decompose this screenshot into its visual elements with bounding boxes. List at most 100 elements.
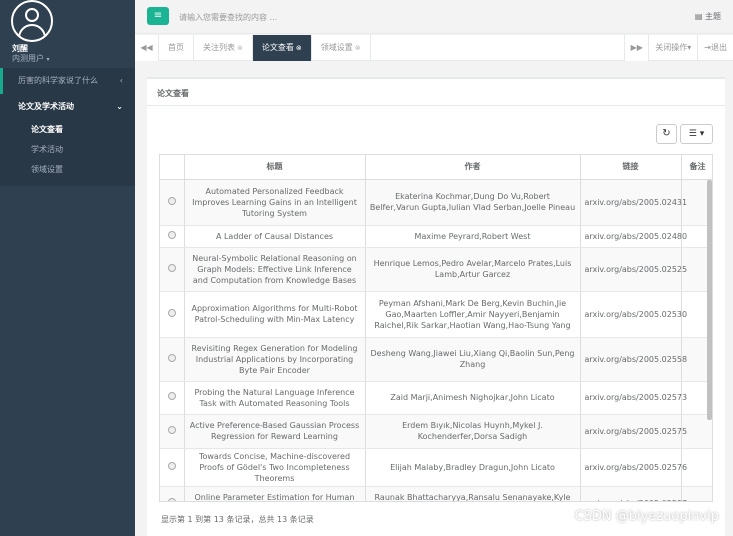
- chevron-left-icon: ‹: [119, 76, 123, 85]
- hamburger-icon: ≡: [153, 10, 163, 21]
- tab-view-papers[interactable]: 论文查看 ⊗: [252, 35, 312, 61]
- tab-domain-settings[interactable]: 领域设置 ⊗: [312, 35, 371, 61]
- table-header-title[interactable]: 标题: [184, 155, 366, 180]
- avatar[interactable]: [11, 0, 53, 42]
- theme-icon: ▤: [694, 12, 703, 21]
- sidebar-subitem-activities[interactable]: 学术活动: [0, 140, 135, 160]
- row-select-cell: [160, 291, 185, 338]
- user-role-dropdown[interactable]: 内测用户 ▾: [12, 53, 50, 64]
- caret-down-icon: ▾: [687, 43, 692, 52]
- papers-table-container[interactable]: 标题 作者 链接 备注 Automated Personalized Feedb…: [159, 154, 713, 502]
- table-header-row: 标题 作者 链接 备注: [160, 155, 712, 180]
- exit-label: 退出: [711, 43, 727, 52]
- table-row[interactable]: Revisiting Regex Generation for Modeling…: [160, 337, 712, 382]
- link-cell: arxiv.org/abs/2005.02525: [580, 247, 687, 292]
- link-cell: arxiv.org/abs/2005.02576: [580, 448, 687, 487]
- table-row[interactable]: Active Preference-Based Gaussian Process…: [160, 414, 712, 449]
- watermark: CSDN @biyezuopinvip: [574, 509, 719, 524]
- table-row[interactable]: Neural-Symbolic Relational Reasoning on …: [160, 247, 712, 292]
- close-operations-dropdown[interactable]: 关闭操作▾: [648, 35, 697, 61]
- search-input[interactable]: [179, 8, 479, 26]
- table-row[interactable]: Online Parameter Estimation for Human Dr…: [160, 486, 712, 501]
- authors-cell: Henrique Lemos,Pedro Avelar,Marcelo Prat…: [365, 247, 581, 292]
- divider: [147, 105, 725, 106]
- title-cell: Neural-Symbolic Relational Reasoning on …: [184, 247, 366, 292]
- double-right-icon: ▶▶: [630, 43, 643, 52]
- table-header-link[interactable]: 链接: [580, 155, 682, 180]
- title-cell: Active Preference-Based Gaussian Process…: [184, 414, 366, 449]
- link-cell: arxiv.org/abs/2005.02530: [580, 291, 687, 338]
- close-icon[interactable]: ⊗: [237, 44, 243, 52]
- columns-toggle-button[interactable]: ☰ ▾: [680, 124, 713, 144]
- row-select-cell: [160, 247, 185, 292]
- caret-down-icon: ▾: [699, 129, 705, 139]
- table-row[interactable]: Automated Personalized Feedback Improves…: [160, 179, 712, 226]
- row-select-cell: [160, 179, 185, 226]
- row-select-cell: [160, 448, 185, 487]
- table-header-note[interactable]: 备注: [681, 155, 712, 180]
- avatar-head: [25, 8, 39, 22]
- link-cell: arxiv.org/abs/2005.02480: [580, 225, 687, 248]
- theme-link[interactable]: ▤ 主题: [695, 11, 721, 22]
- tab-actions: ▶▶ 关闭操作▾ ⇥退出: [624, 35, 733, 61]
- menu-toggle-button[interactable]: ≡: [147, 7, 169, 25]
- link-cell: arxiv.org/abs/2005.02597: [580, 486, 687, 501]
- title-cell: Probing the Natural Language Inference T…: [184, 381, 366, 415]
- sidebar-item-papers[interactable]: 论文及学术活动 ⌄: [0, 94, 135, 120]
- sidebar-item-label: 论文及学术活动: [18, 102, 74, 111]
- row-radio[interactable]: [167, 425, 176, 434]
- double-left-icon: ◀◀: [140, 43, 153, 52]
- row-radio[interactable]: [167, 263, 176, 272]
- close-icon[interactable]: ⊗: [296, 44, 302, 52]
- tab-label: 关注列表: [203, 43, 235, 52]
- tab-scroll-left-button[interactable]: ◀◀: [135, 35, 159, 61]
- sidebar-item-scientists[interactable]: 厉害的科学家说了什么 ‹: [0, 68, 135, 94]
- pagination-info: 显示第 1 到第 13 条记录，总共 13 条记录: [161, 515, 314, 524]
- authors-cell: Elijah Malaby,Bradley Dragun,John Licato: [365, 448, 581, 487]
- table-header-authors[interactable]: 作者: [365, 155, 581, 180]
- row-radio[interactable]: [167, 461, 176, 470]
- authors-cell: Ekaterina Kochmar,Dung Do Vu,Robert Belf…: [365, 179, 581, 226]
- tab-label: 首页: [168, 43, 184, 52]
- sign-out-icon: ⇥: [704, 43, 711, 52]
- tab-bar: ◀◀ 首页 关注列表 ⊗ 论文查看 ⊗ 领域设置 ⊗ ▶▶ 关闭操作▾ ⇥退出: [135, 35, 733, 61]
- table-row[interactable]: Approximation Algorithms for Multi-Robot…: [160, 291, 712, 338]
- caret-down-icon: ▾: [46, 56, 50, 63]
- panel-title: 论文查看: [157, 89, 189, 98]
- title-cell: Approximation Algorithms for Multi-Robot…: [184, 291, 366, 338]
- row-radio[interactable]: [167, 230, 176, 239]
- sidebar-subitem-view-papers[interactable]: 论文查看: [0, 120, 135, 140]
- top-navbar: ≡ ▤ 主题: [135, 0, 733, 34]
- tab-label: 论文查看: [261, 43, 294, 52]
- table-scrollbar[interactable]: [707, 180, 712, 420]
- row-select-cell: [160, 337, 185, 382]
- row-radio[interactable]: [167, 308, 176, 317]
- refresh-icon: ↻: [662, 128, 671, 139]
- close-icon[interactable]: ⊗: [355, 44, 361, 52]
- avatar-body: [18, 24, 46, 40]
- tab-home[interactable]: 首页: [159, 35, 194, 61]
- table-row[interactable]: A Ladder of Causal Distances Maxime Peyr…: [160, 225, 712, 248]
- sidebar-subitem-domain-settings[interactable]: 领域设置: [0, 160, 135, 180]
- sidebar: 刘醒 内测用户 ▾ 厉害的科学家说了什么 ‹ 论文及学术活动 ⌄ 论文查看 学术…: [0, 0, 135, 536]
- tab-scroll-right-button[interactable]: ▶▶: [624, 35, 649, 61]
- authors-cell: Desheng Wang,Jiawei Liu,Xiang Qi,Baolin …: [365, 337, 581, 382]
- authors-cell: Raunak Bhattacharyya,Ransalu Senanayake,…: [365, 486, 581, 501]
- papers-table: 标题 作者 链接 备注 Automated Personalized Feedb…: [160, 155, 712, 501]
- title-cell: Revisiting Regex Generation for Modeling…: [184, 337, 366, 382]
- row-radio[interactable]: [167, 392, 176, 400]
- link-cell: arxiv.org/abs/2005.02573: [580, 381, 687, 415]
- table-row[interactable]: Probing the Natural Language Inference T…: [160, 381, 712, 415]
- tab-follow-list[interactable]: 关注列表 ⊗: [194, 35, 253, 61]
- authors-cell: Zaid Marji,Animesh Nighojkar,John Licato: [365, 381, 581, 415]
- row-radio[interactable]: [167, 196, 176, 205]
- row-radio[interactable]: [167, 353, 176, 362]
- row-select-cell: [160, 381, 185, 415]
- row-radio[interactable]: [167, 497, 176, 501]
- table-row[interactable]: Towards Concise, Machine-discovered Proo…: [160, 448, 712, 487]
- exit-button[interactable]: ⇥退出: [697, 35, 733, 61]
- papers-panel: 论文查看 ↻ ☰ ▾ 标题 作者 链接 备注 Automated Persona…: [147, 77, 725, 536]
- authors-cell: Peyman Afshani,Mark De Berg,Kevin Buchin…: [365, 291, 581, 338]
- sidebar-item-label: 厉害的科学家说了什么: [18, 76, 98, 85]
- refresh-button[interactable]: ↻: [656, 124, 677, 144]
